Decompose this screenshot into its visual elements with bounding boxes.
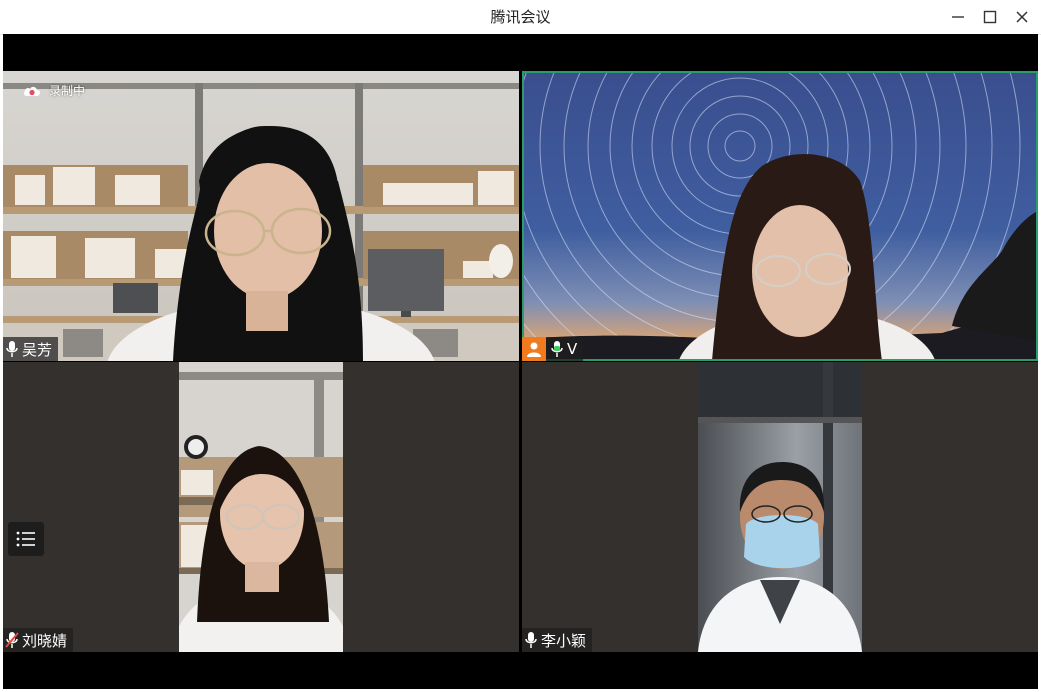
list-icon — [16, 531, 35, 547]
video-stage: 录制中 吴芳 V 刘晓婧 李小颖 — [3, 34, 1038, 689]
cloud-recording-icon — [23, 86, 41, 96]
window-title: 腾讯会议 — [490, 8, 551, 26]
participant-nameplate: 刘晓婧 — [3, 628, 74, 652]
participant-name: 吴芳 — [22, 340, 53, 359]
video-tile-liuxiaojing[interactable]: 刘晓婧 — [3, 362, 519, 652]
close-button[interactable] — [1006, 0, 1038, 34]
minimize-icon — [952, 16, 964, 18]
video-feed — [698, 362, 862, 652]
video-feed — [3, 71, 519, 361]
recording-indicator: 录制中 — [23, 82, 85, 99]
title-bar: 腾讯会议 — [0, 0, 1041, 35]
maximize-icon — [983, 10, 997, 24]
maximize-button[interactable] — [974, 0, 1006, 34]
participant-nameplate: 吴芳 — [3, 337, 59, 361]
minimize-button[interactable] — [942, 0, 974, 34]
participant-avatar — [522, 337, 546, 361]
recording-label: 录制中 — [49, 84, 86, 98]
participant-name: 刘晓婧 — [22, 631, 68, 650]
video-tile-lixiaoying[interactable]: 李小颖 — [522, 362, 1038, 652]
video-feed — [522, 71, 1038, 361]
close-icon — [1016, 11, 1028, 23]
video-tile-wufang[interactable]: 录制中 吴芳 — [3, 71, 519, 361]
participant-name: V — [567, 340, 578, 358]
member-list-button[interactable] — [8, 522, 44, 556]
video-tile-v[interactable]: V — [522, 71, 1038, 361]
participant-nameplate: 李小颖 — [522, 628, 593, 652]
participant-name: 李小颖 — [541, 631, 587, 650]
microphone-muted-icon — [5, 632, 19, 648]
video-feed — [179, 362, 343, 652]
microphone-icon — [525, 632, 537, 648]
person-icon — [527, 342, 541, 357]
microphone-icon — [6, 341, 18, 357]
microphone-speaking-icon — [551, 341, 563, 357]
participant-nameplate: V — [522, 337, 584, 361]
